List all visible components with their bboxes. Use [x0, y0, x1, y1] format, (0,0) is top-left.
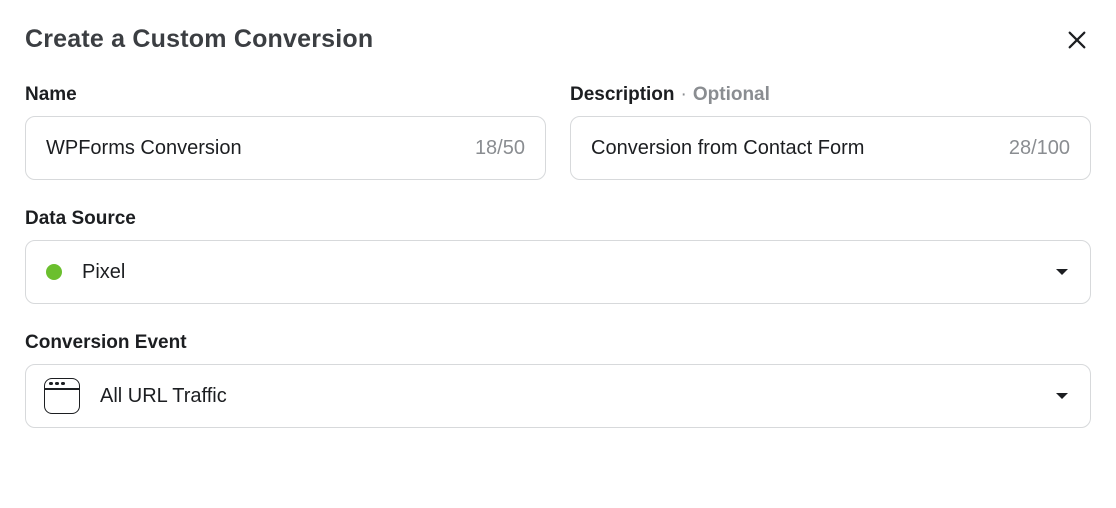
description-label-text: Description	[570, 84, 675, 106]
name-description-row: Name 18/50 Description · Optional 28/100	[25, 84, 1091, 180]
name-input[interactable]	[46, 137, 459, 160]
caret-down-icon	[1054, 391, 1070, 401]
description-optional: Optional	[693, 84, 770, 106]
create-custom-conversion-dialog: Create a Custom Conversion Name 18/50 De…	[0, 0, 1116, 453]
description-counter: 28/100	[1009, 137, 1070, 160]
name-field: Name 18/50	[25, 84, 546, 180]
caret-down-icon	[1054, 267, 1070, 277]
dialog-header: Create a Custom Conversion	[25, 25, 1091, 54]
description-separator: ·	[681, 84, 687, 106]
name-input-wrap[interactable]: 18/50	[25, 116, 546, 180]
description-input-wrap[interactable]: 28/100	[570, 116, 1091, 180]
conversion-event-value: All URL Traffic	[100, 385, 227, 408]
conversion-event-field: Conversion Event All URL Traffic	[25, 332, 1091, 428]
description-label: Description · Optional	[570, 84, 1091, 106]
browser-window-icon	[44, 378, 80, 414]
name-counter: 18/50	[475, 137, 525, 160]
name-label: Name	[25, 84, 546, 106]
conversion-event-select[interactable]: All URL Traffic	[25, 364, 1091, 428]
status-dot-icon	[46, 264, 62, 280]
close-icon	[1066, 29, 1088, 51]
description-input[interactable]	[591, 137, 993, 160]
description-field: Description · Optional 28/100	[570, 84, 1091, 180]
close-button[interactable]	[1063, 26, 1091, 54]
conversion-event-label: Conversion Event	[25, 332, 1091, 354]
dialog-title: Create a Custom Conversion	[25, 25, 373, 54]
data-source-label: Data Source	[25, 208, 1091, 230]
data-source-select[interactable]: Pixel	[25, 240, 1091, 304]
data-source-value: Pixel	[82, 261, 125, 284]
data-source-field: Data Source Pixel	[25, 208, 1091, 304]
